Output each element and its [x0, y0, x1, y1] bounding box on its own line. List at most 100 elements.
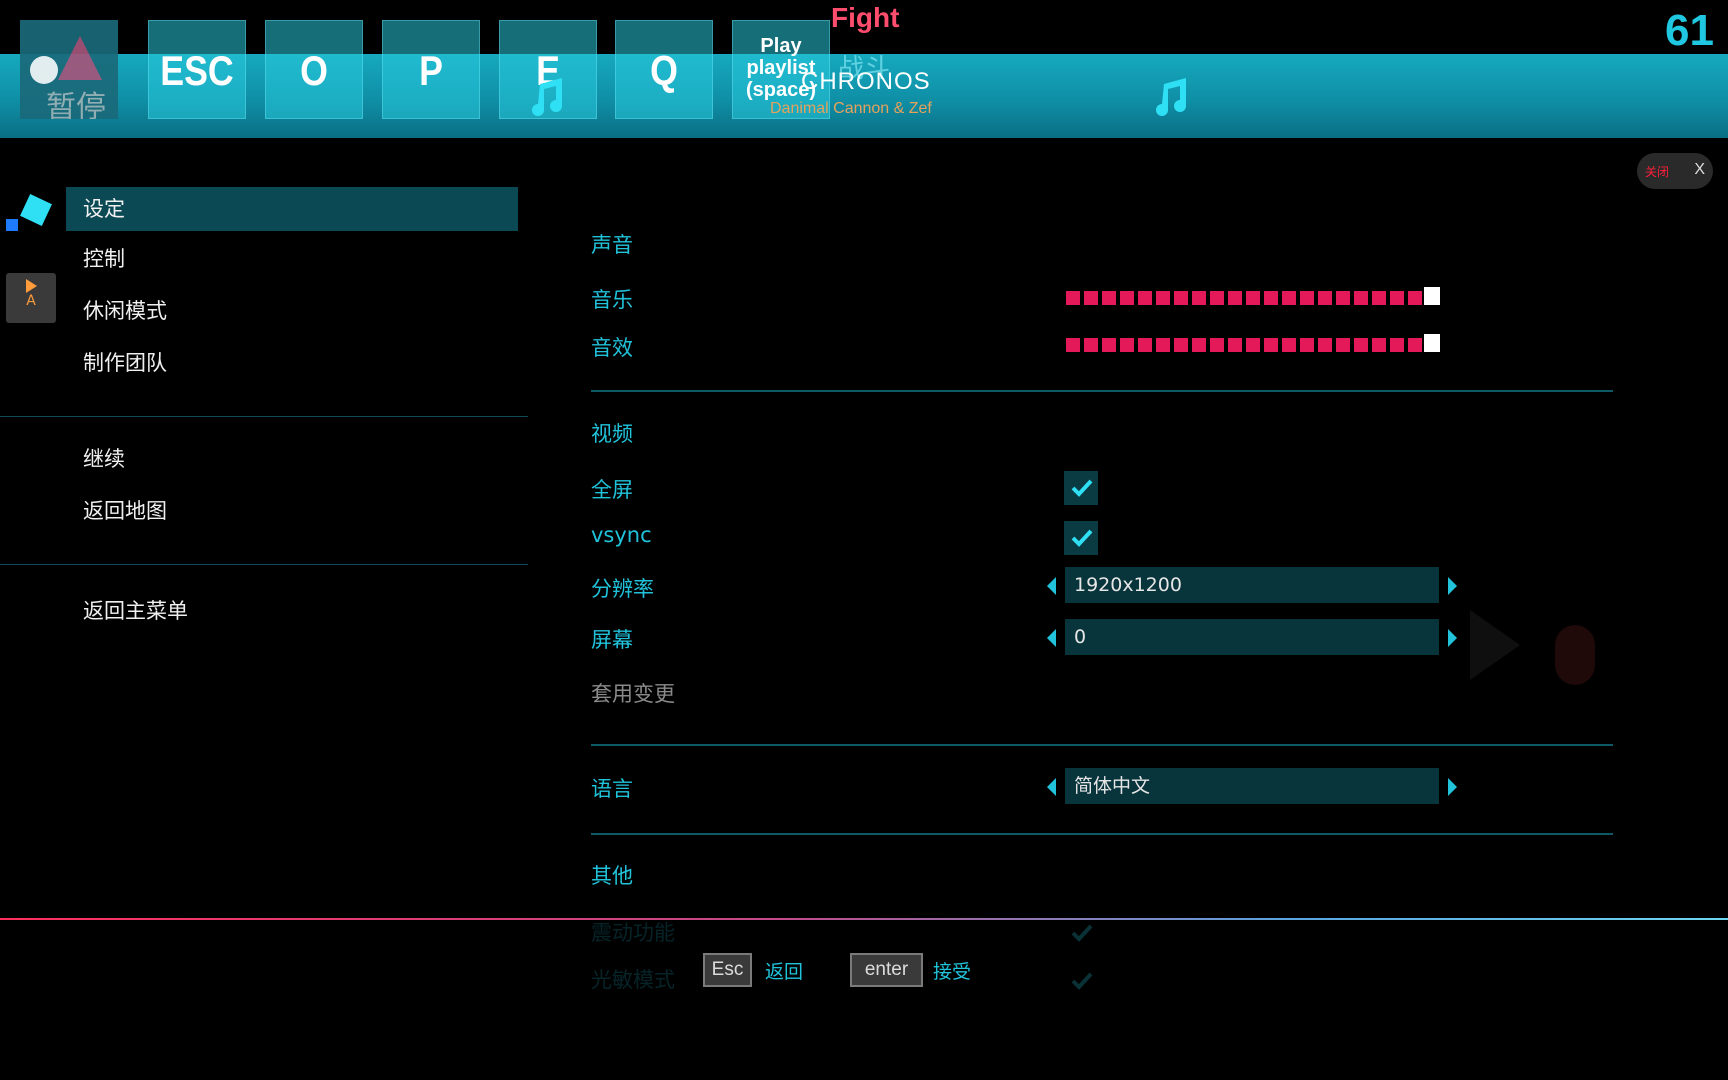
p-key-button[interactable]: P: [382, 20, 480, 119]
pause-button[interactable]: 暂停: [20, 20, 118, 119]
volume-segment: [1354, 291, 1368, 305]
volume-segment: [1264, 338, 1278, 352]
volume-segment: [1102, 291, 1116, 305]
song-artist: Danimal Cannon & Zef: [770, 100, 932, 117]
back-hint-label[interactable]: 返回: [765, 957, 803, 984]
volume-segment: [1138, 338, 1152, 352]
volume-segment: [1120, 291, 1134, 305]
vsync-checkbox[interactable]: [1064, 521, 1098, 555]
section-divider: [591, 744, 1613, 746]
volume-knob[interactable]: [1424, 287, 1440, 305]
fullscreen-label: 全屏: [591, 478, 633, 502]
menu-divider: [0, 416, 528, 417]
volume-segment: [1120, 338, 1134, 352]
language-value: 简体中文: [1065, 768, 1439, 804]
section-divider: [591, 833, 1613, 835]
menu-item-settings[interactable]: 设定: [66, 187, 518, 231]
screen-value: 0: [1065, 619, 1439, 655]
other-section-header: 其他: [591, 864, 633, 888]
menu-item-controls[interactable]: 控制: [66, 237, 518, 281]
accept-hint-label[interactable]: 接受: [933, 957, 971, 984]
esc-key-button[interactable]: ESC: [148, 20, 246, 119]
volume-segment: [1390, 291, 1404, 305]
screen-selector[interactable]: 0: [1047, 619, 1457, 655]
volume-segment: [1246, 338, 1260, 352]
arrow-right-icon[interactable]: [1448, 577, 1457, 595]
volume-segment: [1372, 338, 1386, 352]
menu-item-back-to-main[interactable]: 返回主菜单: [66, 589, 518, 633]
key-label: ESC: [160, 47, 234, 94]
volume-segment: [1156, 338, 1170, 352]
play-chip-button[interactable]: A: [6, 273, 56, 323]
vsync-label: vsync: [591, 523, 652, 547]
background-play-icon: [1470, 610, 1530, 684]
fullscreen-checkbox[interactable]: [1064, 471, 1098, 505]
music-note-icon: [1156, 78, 1186, 116]
volume-segment: [1210, 338, 1224, 352]
language-selector[interactable]: 简体中文: [1047, 768, 1457, 804]
checkmark-icon: [1071, 924, 1093, 942]
volume-segment: [1192, 291, 1206, 305]
menu-item-credits[interactable]: 制作团队: [66, 341, 518, 385]
vibration-label: 震动功能: [591, 921, 675, 945]
section-divider: [591, 390, 1613, 392]
arrow-left-icon[interactable]: [1047, 629, 1056, 647]
photosensitive-checkbox[interactable]: [1064, 964, 1098, 998]
key-label: Q: [650, 47, 678, 94]
volume-segment: [1318, 291, 1332, 305]
music-volume-label: 音乐: [591, 288, 633, 312]
apply-changes-button[interactable]: 套用变更: [591, 678, 675, 708]
audio-section-header: 声音: [591, 233, 633, 257]
triangle-logo-icon: [58, 36, 102, 80]
volume-segment: [1084, 291, 1098, 305]
close-overlay-button[interactable]: 关闭 X: [1637, 153, 1713, 189]
volume-segment: [1228, 291, 1242, 305]
pause-label: 暂停: [46, 90, 106, 119]
menu-item-casual-mode[interactable]: 休闲模式: [66, 289, 518, 333]
volume-segment: [1408, 338, 1422, 352]
music-note-icon: [532, 78, 562, 116]
vibration-checkbox[interactable]: [1064, 916, 1098, 950]
language-label: 语言: [591, 777, 633, 801]
photosensitive-label: 光敏模式: [591, 968, 675, 992]
volume-segment: [1066, 338, 1080, 352]
sfx-volume-label: 音效: [591, 336, 633, 360]
volume-segment: [1174, 338, 1188, 352]
volume-segment: [1138, 291, 1152, 305]
volume-segment: [1390, 338, 1404, 352]
arrow-right-icon[interactable]: [1448, 778, 1457, 796]
chip-label: A: [26, 293, 36, 309]
volume-segment: [1264, 291, 1278, 305]
blue-square-icon: [6, 219, 18, 231]
arrow-left-icon[interactable]: [1047, 577, 1056, 595]
circle-icon: [30, 56, 58, 84]
volume-segment: [1318, 338, 1332, 352]
menu-divider: [0, 564, 528, 565]
volume-segment: [1354, 338, 1368, 352]
volume-segment: [1174, 291, 1188, 305]
menu-item-continue[interactable]: 继续: [66, 437, 518, 481]
esc-key-hint[interactable]: Esc: [703, 953, 752, 987]
background-blob: [1555, 625, 1595, 685]
resolution-label: 分辨率: [591, 577, 654, 601]
volume-segment: [1156, 291, 1170, 305]
volume-segment: [1372, 291, 1386, 305]
volume-knob[interactable]: [1424, 334, 1440, 352]
arrow-right-icon[interactable]: [1448, 629, 1457, 647]
resolution-selector[interactable]: 1920x1200: [1047, 567, 1457, 603]
menu-item-back-to-map[interactable]: 返回地图: [66, 489, 518, 533]
footer-divider: [0, 918, 1728, 920]
enter-key-hint[interactable]: enter: [850, 953, 923, 987]
play-arrow-icon: [25, 279, 37, 293]
o-key-button[interactable]: O: [265, 20, 363, 119]
fight-label: Fight: [831, 2, 900, 33]
cyan-diamond-icon: [20, 194, 52, 226]
close-label: 关闭: [1645, 165, 1670, 179]
fps-counter: 61: [1665, 6, 1714, 55]
volume-segment: [1192, 338, 1206, 352]
volume-segment: [1102, 338, 1116, 352]
volume-segment: [1300, 338, 1314, 352]
volume-segment: [1336, 291, 1350, 305]
q-key-button[interactable]: Q: [615, 20, 713, 119]
arrow-left-icon[interactable]: [1047, 778, 1056, 796]
